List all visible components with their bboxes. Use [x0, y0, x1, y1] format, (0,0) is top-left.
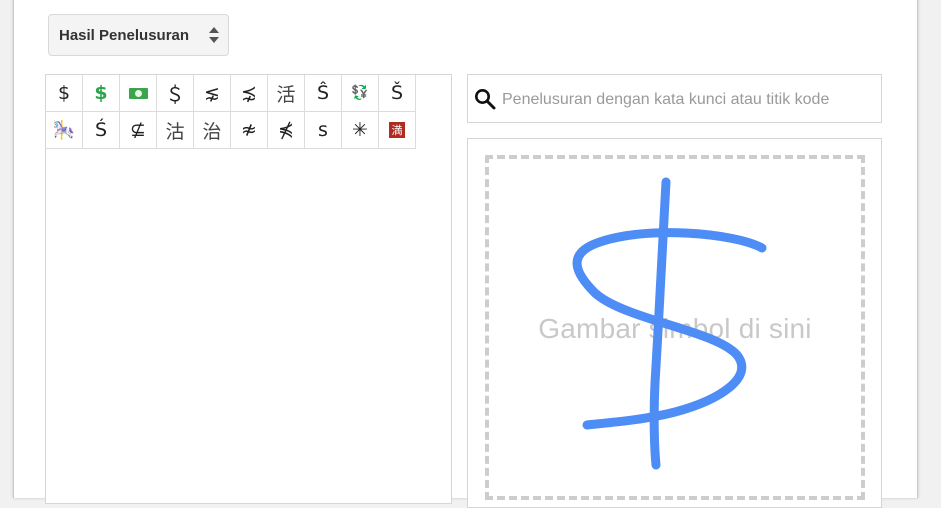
symbol-glyph: ＄	[165, 83, 185, 106]
symbol-glyph: ⊈	[130, 119, 146, 141]
search-box	[467, 74, 882, 123]
symbol-cell[interactable]: Ś	[83, 112, 120, 149]
symbol-cell[interactable]: 💱	[342, 75, 379, 112]
symbol-glyph: ⋦	[204, 82, 220, 104]
symbol-cell[interactable]: $	[46, 75, 83, 112]
symbol-glyph: ⋠	[278, 119, 294, 141]
symbol-glyph: $	[94, 82, 108, 104]
symbol-glyph: ✳	[352, 119, 368, 141]
symbol-glyph: 満	[389, 122, 405, 138]
symbol-cell[interactable]: ≉	[231, 112, 268, 149]
select-arrows-icon	[209, 27, 219, 43]
symbol-cell[interactable]: ⋦	[194, 75, 231, 112]
symbol-cell[interactable]: Ŝ	[305, 75, 342, 112]
symbol-glyph: 沽	[165, 120, 185, 143]
symbol-glyph: $	[57, 82, 71, 104]
dollar-banknote-icon	[128, 87, 148, 99]
symbol-glyph: 活	[276, 83, 296, 106]
symbol-cell[interactable]: Š	[379, 75, 416, 112]
results-mode-label: Hasil Penelusuran	[59, 27, 190, 44]
symbol-glyph: s	[318, 119, 328, 141]
symbol-cell[interactable]: 治	[194, 112, 231, 149]
results-mode-select[interactable]: Hasil Penelusuran	[48, 14, 229, 56]
symbol-glyph: ≉	[241, 119, 257, 141]
symbol-cell[interactable]: ✳	[342, 112, 379, 149]
symbol-cell[interactable]: 満	[379, 112, 416, 149]
drawn-stroke	[572, 177, 767, 470]
symbol-glyph: Ś	[94, 119, 108, 141]
symbol-glyph: 🎠	[52, 119, 76, 141]
symbol-cell[interactable]: 🎠	[46, 112, 83, 149]
symbol-glyph: Š	[390, 82, 404, 104]
symbol-cell[interactable]: ⋠	[268, 112, 305, 149]
symbol-cell[interactable]: $	[83, 75, 120, 112]
symbol-cell[interactable]: 沽	[157, 112, 194, 149]
symbol-cell[interactable]: ⋨	[231, 75, 268, 112]
symbol-cell[interactable]: ＄	[157, 75, 194, 112]
drawing-canvas[interactable]: Gambar simbol di sini	[485, 155, 865, 500]
results-panel: $ $ ＄ ⋦ ⋨ 活 Ŝ 💱 Š 🎠 Ś ⊈ 沽治 ≉ ⋠ s ✳ 満	[45, 74, 452, 504]
symbol-cell[interactable]: s	[305, 112, 342, 149]
symbol-glyph: ⋨	[241, 82, 257, 104]
search-icon[interactable]	[474, 88, 496, 110]
symbol-cell[interactable]	[120, 75, 157, 112]
symbol-glyph: 💱	[351, 85, 369, 101]
symbol-cell[interactable]: ⊈	[120, 112, 157, 149]
symbol-glyph: Ŝ	[316, 82, 330, 104]
symbol-glyph: 治	[202, 120, 222, 143]
drawing-panel: Gambar simbol di sini	[467, 138, 882, 508]
search-input[interactable]	[500, 85, 874, 115]
symbol-cell[interactable]: 活	[268, 75, 305, 112]
